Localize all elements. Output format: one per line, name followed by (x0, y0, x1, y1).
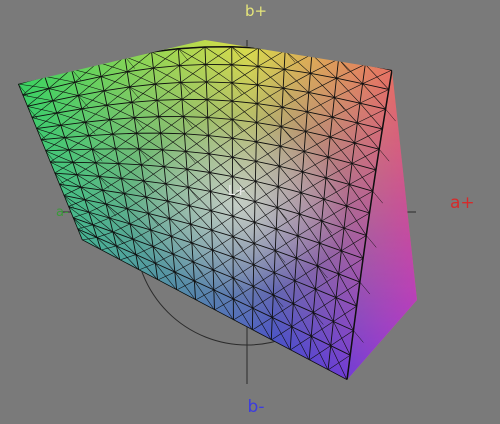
mesh-edge (346, 379, 358, 380)
gamut-canvas[interactable]: b+ b- a+ a- L+ (0, 0, 500, 424)
b-plus-label: b+ (245, 2, 267, 20)
gamut-hull (18, 40, 417, 380)
b-minus-label: b- (248, 397, 265, 417)
mesh-edge (391, 69, 403, 83)
a-plus-label: a+ (450, 193, 475, 213)
l-plus-label: L+ (228, 184, 246, 199)
gamut-3d-viewer[interactable]: b+ b- a+ a- L+ (0, 0, 500, 424)
a-minus-label: a- (56, 205, 69, 220)
